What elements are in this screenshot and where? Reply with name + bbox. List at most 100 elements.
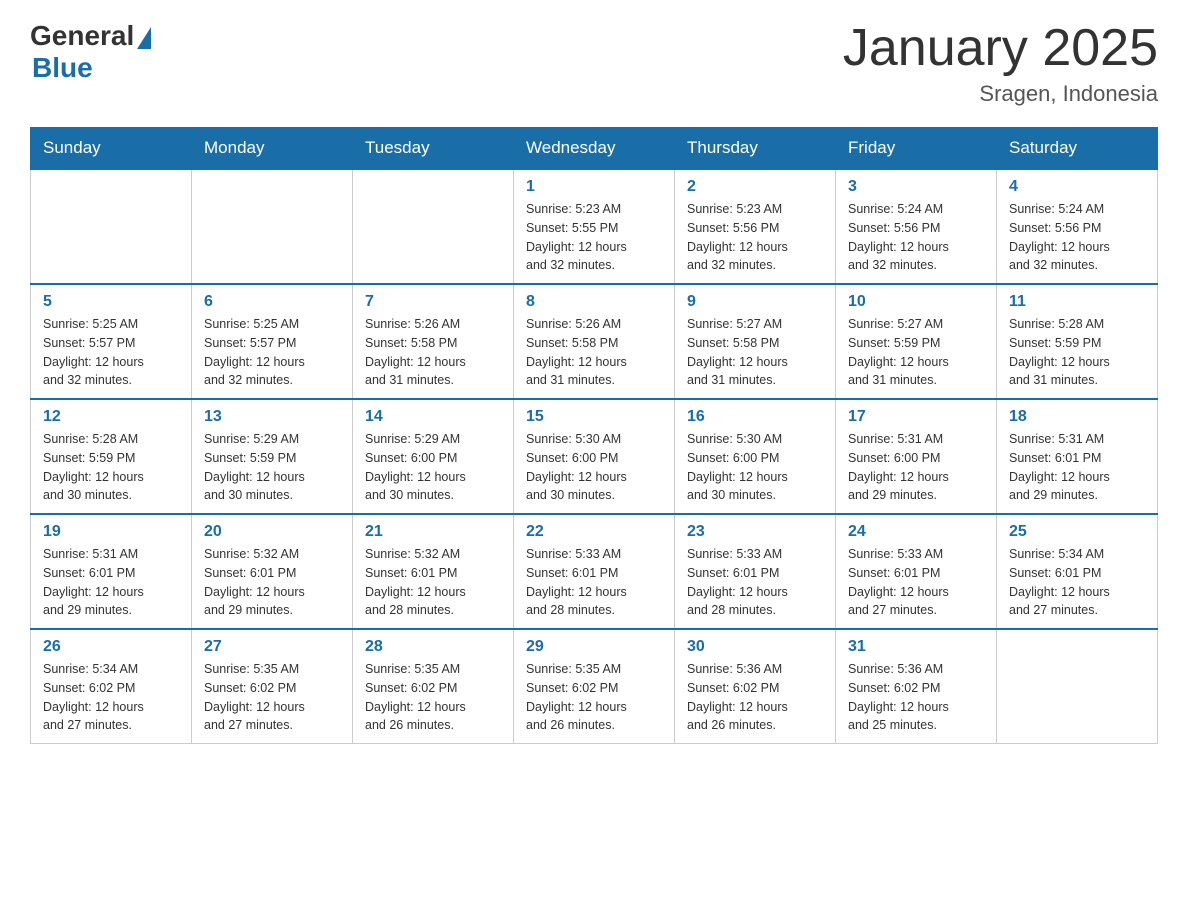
calendar-cell: 6 Sunrise: 5:25 AM Sunset: 5:57 PM Daylig…	[192, 284, 353, 399]
calendar-header-row: SundayMondayTuesdayWednesdayThursdayFrid…	[31, 128, 1158, 170]
day-info: Sunrise: 5:32 AM Sunset: 6:01 PM Dayligh…	[204, 545, 340, 620]
day-number: 12	[43, 408, 179, 426]
calendar-cell: 7 Sunrise: 5:26 AM Sunset: 5:58 PM Daylig…	[353, 284, 514, 399]
day-number: 31	[848, 638, 984, 656]
day-number: 20	[204, 523, 340, 541]
calendar-cell: 14 Sunrise: 5:29 AM Sunset: 6:00 PM Dayli…	[353, 399, 514, 514]
day-number: 13	[204, 408, 340, 426]
day-info: Sunrise: 5:31 AM Sunset: 6:01 PM Dayligh…	[1009, 430, 1145, 505]
calendar-cell: 21Sunrise: 5:32 AM Sunset: 6:01 PM Dayli…	[353, 514, 514, 629]
day-number: 16	[687, 408, 823, 426]
day-info: Sunrise: 5:24 AM Sunset: 5:56 PM Dayligh…	[1009, 200, 1145, 275]
day-info: Sunrise: 5:36 AM Sunset: 6:02 PM Dayligh…	[687, 660, 823, 735]
calendar-cell: 29Sunrise: 5:35 AM Sunset: 6:02 PM Dayli…	[514, 629, 675, 744]
logo-general-text: General	[30, 20, 134, 52]
day-info: Sunrise: 5:31 AM Sunset: 6:01 PM Dayligh…	[43, 545, 179, 620]
day-info: Sunrise: 5:35 AM Sunset: 6:02 PM Dayligh…	[526, 660, 662, 735]
day-number: 11	[1009, 293, 1145, 311]
day-number: 18	[1009, 408, 1145, 426]
calendar-cell: 11 Sunrise: 5:28 AM Sunset: 5:59 PM Dayli…	[997, 284, 1158, 399]
calendar-cell	[997, 629, 1158, 744]
month-title: January 2025	[843, 20, 1158, 77]
calendar-cell: 22Sunrise: 5:33 AM Sunset: 6:01 PM Dayli…	[514, 514, 675, 629]
calendar-cell: 16 Sunrise: 5:30 AM Sunset: 6:00 PM Dayli…	[675, 399, 836, 514]
day-info: Sunrise: 5:34 AM Sunset: 6:01 PM Dayligh…	[1009, 545, 1145, 620]
day-info: Sunrise: 5:32 AM Sunset: 6:01 PM Dayligh…	[365, 545, 501, 620]
day-info: Sunrise: 5:26 AM Sunset: 5:58 PM Dayligh…	[526, 315, 662, 390]
day-number: 25	[1009, 523, 1145, 541]
day-info: Sunrise: 5:28 AM Sunset: 5:59 PM Dayligh…	[1009, 315, 1145, 390]
day-info: Sunrise: 5:31 AM Sunset: 6:00 PM Dayligh…	[848, 430, 984, 505]
calendar-cell: 8 Sunrise: 5:26 AM Sunset: 5:58 PM Daylig…	[514, 284, 675, 399]
day-info: Sunrise: 5:25 AM Sunset: 5:57 PM Dayligh…	[43, 315, 179, 390]
week-row-4: 19 Sunrise: 5:31 AM Sunset: 6:01 PM Dayli…	[31, 514, 1158, 629]
day-info: Sunrise: 5:29 AM Sunset: 5:59 PM Dayligh…	[204, 430, 340, 505]
day-number: 27	[204, 638, 340, 656]
calendar-cell: 25 Sunrise: 5:34 AM Sunset: 6:01 PM Dayli…	[997, 514, 1158, 629]
calendar-cell	[353, 169, 514, 284]
calendar-header-tuesday: Tuesday	[353, 128, 514, 170]
day-info: Sunrise: 5:36 AM Sunset: 6:02 PM Dayligh…	[848, 660, 984, 735]
day-number: 24	[848, 523, 984, 541]
day-info: Sunrise: 5:30 AM Sunset: 6:00 PM Dayligh…	[526, 430, 662, 505]
day-number: 26	[43, 638, 179, 656]
day-number: 17	[848, 408, 984, 426]
calendar-header-thursday: Thursday	[675, 128, 836, 170]
day-info: Sunrise: 5:34 AM Sunset: 6:02 PM Dayligh…	[43, 660, 179, 735]
calendar-cell: 24 Sunrise: 5:33 AM Sunset: 6:01 PM Dayli…	[836, 514, 997, 629]
calendar-cell: 13 Sunrise: 5:29 AM Sunset: 5:59 PM Dayli…	[192, 399, 353, 514]
logo-triangle-icon	[137, 27, 151, 49]
day-info: Sunrise: 5:30 AM Sunset: 6:00 PM Dayligh…	[687, 430, 823, 505]
day-number: 2	[687, 178, 823, 196]
day-info: Sunrise: 5:33 AM Sunset: 6:01 PM Dayligh…	[848, 545, 984, 620]
calendar-cell: 9Sunrise: 5:27 AM Sunset: 5:58 PM Daylig…	[675, 284, 836, 399]
calendar-cell	[31, 169, 192, 284]
day-number: 6	[204, 293, 340, 311]
day-number: 1	[526, 178, 662, 196]
page-header: General Blue January 2025 Sragen, Indone…	[30, 20, 1158, 107]
day-number: 7	[365, 293, 501, 311]
week-row-5: 26 Sunrise: 5:34 AM Sunset: 6:02 PM Dayli…	[31, 629, 1158, 744]
day-info: Sunrise: 5:29 AM Sunset: 6:00 PM Dayligh…	[365, 430, 501, 505]
calendar-cell: 20 Sunrise: 5:32 AM Sunset: 6:01 PM Dayli…	[192, 514, 353, 629]
title-section: January 2025 Sragen, Indonesia	[843, 20, 1158, 107]
calendar-cell: 5Sunrise: 5:25 AM Sunset: 5:57 PM Daylig…	[31, 284, 192, 399]
calendar-header-sunday: Sunday	[31, 128, 192, 170]
day-info: Sunrise: 5:23 AM Sunset: 5:56 PM Dayligh…	[687, 200, 823, 275]
calendar-cell: 30 Sunrise: 5:36 AM Sunset: 6:02 PM Dayli…	[675, 629, 836, 744]
calendar-cell: 15 Sunrise: 5:30 AM Sunset: 6:00 PM Dayli…	[514, 399, 675, 514]
calendar-cell: 27 Sunrise: 5:35 AM Sunset: 6:02 PM Dayli…	[192, 629, 353, 744]
day-number: 8	[526, 293, 662, 311]
day-number: 14	[365, 408, 501, 426]
calendar-cell: 2 Sunrise: 5:23 AM Sunset: 5:56 PM Daylig…	[675, 169, 836, 284]
calendar-cell: 4 Sunrise: 5:24 AM Sunset: 5:56 PM Daylig…	[997, 169, 1158, 284]
day-info: Sunrise: 5:28 AM Sunset: 5:59 PM Dayligh…	[43, 430, 179, 505]
day-info: Sunrise: 5:35 AM Sunset: 6:02 PM Dayligh…	[365, 660, 501, 735]
day-info: Sunrise: 5:23 AM Sunset: 5:55 PM Dayligh…	[526, 200, 662, 275]
day-info: Sunrise: 5:25 AM Sunset: 5:57 PM Dayligh…	[204, 315, 340, 390]
day-info: Sunrise: 5:24 AM Sunset: 5:56 PM Dayligh…	[848, 200, 984, 275]
day-number: 4	[1009, 178, 1145, 196]
logo-blue-text: Blue	[32, 52, 93, 84]
calendar-header-monday: Monday	[192, 128, 353, 170]
calendar-cell: 19 Sunrise: 5:31 AM Sunset: 6:01 PM Dayli…	[31, 514, 192, 629]
day-info: Sunrise: 5:27 AM Sunset: 5:58 PM Dayligh…	[687, 315, 823, 390]
day-number: 30	[687, 638, 823, 656]
day-number: 23	[687, 523, 823, 541]
calendar-cell: 18 Sunrise: 5:31 AM Sunset: 6:01 PM Dayli…	[997, 399, 1158, 514]
week-row-2: 5Sunrise: 5:25 AM Sunset: 5:57 PM Daylig…	[31, 284, 1158, 399]
day-info: Sunrise: 5:35 AM Sunset: 6:02 PM Dayligh…	[204, 660, 340, 735]
calendar-cell: 12 Sunrise: 5:28 AM Sunset: 5:59 PM Dayli…	[31, 399, 192, 514]
calendar-cell: 17 Sunrise: 5:31 AM Sunset: 6:00 PM Dayli…	[836, 399, 997, 514]
calendar-cell: 31 Sunrise: 5:36 AM Sunset: 6:02 PM Dayli…	[836, 629, 997, 744]
calendar-header-wednesday: Wednesday	[514, 128, 675, 170]
day-info: Sunrise: 5:26 AM Sunset: 5:58 PM Dayligh…	[365, 315, 501, 390]
day-number: 19	[43, 523, 179, 541]
day-number: 15	[526, 408, 662, 426]
calendar-cell: 10Sunrise: 5:27 AM Sunset: 5:59 PM Dayli…	[836, 284, 997, 399]
day-info: Sunrise: 5:33 AM Sunset: 6:01 PM Dayligh…	[687, 545, 823, 620]
day-info: Sunrise: 5:33 AM Sunset: 6:01 PM Dayligh…	[526, 545, 662, 620]
week-row-1: 1 Sunrise: 5:23 AM Sunset: 5:55 PM Daylig…	[31, 169, 1158, 284]
day-number: 3	[848, 178, 984, 196]
location-text: Sragen, Indonesia	[843, 81, 1158, 107]
